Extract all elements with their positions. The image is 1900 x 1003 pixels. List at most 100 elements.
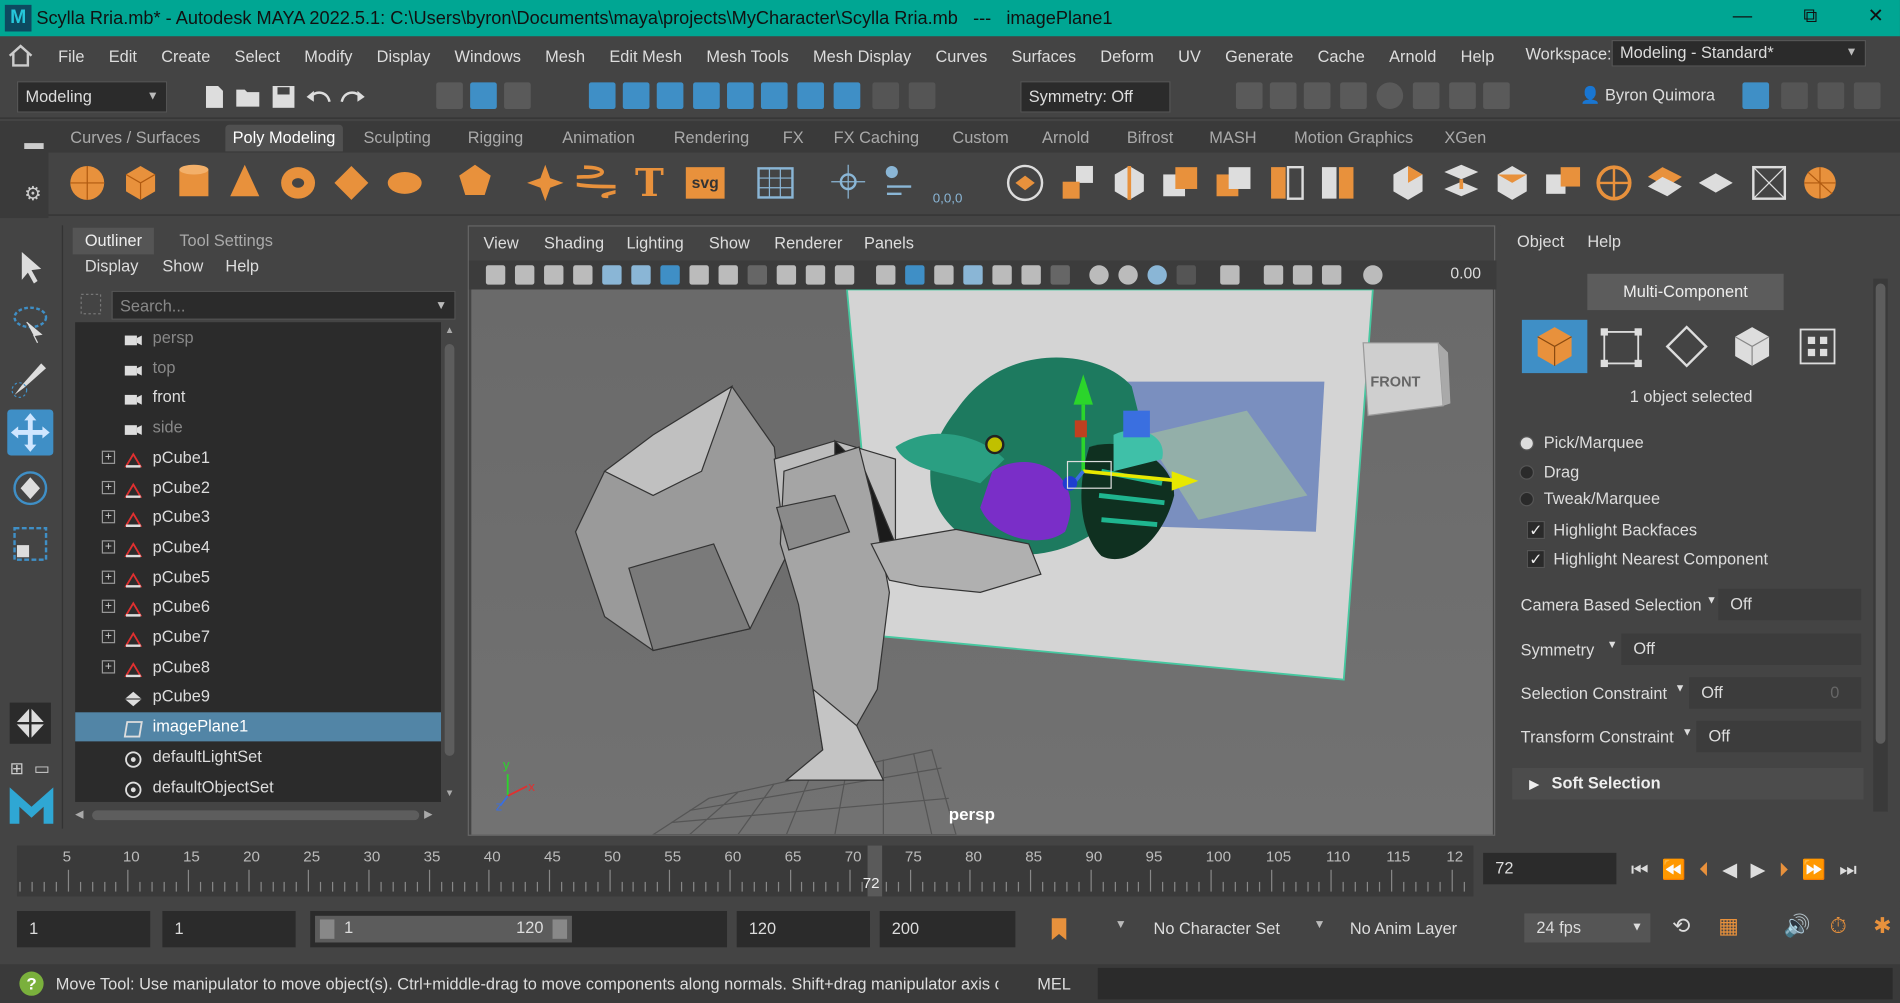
image-plane-icon[interactable] [573,265,593,285]
select-object-icon[interactable] [470,82,497,110]
maximize-button[interactable]: ⧉ [1786,0,1834,36]
outliner-row[interactable]: defaultObjectSet [75,772,441,801]
chevron-down-icon[interactable]: ▼ [1675,682,1686,694]
outliner-row[interactable]: top [75,353,441,382]
outliner-row[interactable]: + pCube6 [75,593,441,622]
render-view-icon[interactable] [1235,82,1263,110]
object-mode-button[interactable] [1521,319,1588,374]
vp-menu-renderer[interactable]: Renderer [774,234,842,252]
anim-end-field[interactable]: 200 [879,910,1016,948]
snap-point-icon[interactable] [656,82,684,110]
shelf-tab-custom[interactable]: Custom [945,125,1016,152]
menu-help[interactable]: Help [1449,47,1507,65]
highlight-nearest-checkbox[interactable]: ✓ [1526,549,1545,569]
outliner-vscrollbar[interactable]: ▲ ▼ [441,322,459,802]
platonic-solid-icon[interactable] [456,162,495,203]
shelf-tab-motion-graphics[interactable]: Motion Graphics [1287,125,1421,152]
loop-icon[interactable]: ⟲ [1672,913,1690,938]
menu-mesh[interactable]: Mesh [533,47,597,65]
radio-tweak-marquee[interactable] [1519,491,1535,507]
smooth-shade-icon[interactable] [905,265,925,285]
edge-mode-icon[interactable] [1665,325,1709,369]
current-time-indicator[interactable]: 72 [863,845,883,897]
hypershade-icon[interactable] [1376,82,1404,110]
expand-icon[interactable]: + [101,540,116,554]
textured-icon[interactable] [963,265,983,285]
bool-union-icon[interactable] [1161,162,1200,203]
separate-icon[interactable] [1059,162,1098,203]
isolate-select-icon[interactable] [1176,265,1196,285]
layout-collapse-icon[interactable]: ▭ [34,758,50,779]
uv-grid-icon[interactable] [756,162,795,203]
multi-component-button[interactable]: Multi-Component [1587,273,1784,311]
target-weld-icon[interactable] [1645,162,1684,203]
attribute-editor-icon[interactable] [1781,82,1808,110]
chevron-down-icon[interactable]: ▼ [1115,918,1127,931]
outliner-row[interactable]: + pCube5 [75,563,441,592]
home-icon[interactable] [7,44,34,68]
outliner-row[interactable]: + pCube4 [75,533,441,562]
rotate-tool-icon[interactable] [7,465,53,511]
scroll-right-icon[interactable]: ▶ [424,808,432,821]
layout-add-icon[interactable]: ⊞ [10,758,24,779]
menu-modify[interactable]: Modify [292,47,364,65]
menu-display[interactable]: Display [365,47,443,65]
type-tool-icon[interactable]: T [630,162,669,203]
connect-icon[interactable] [1696,162,1735,203]
shelf-tab-fx[interactable]: FX [775,125,810,152]
snap-together-icon[interactable] [880,162,919,203]
chevron-down-icon[interactable]: ▼ [1682,726,1693,738]
scroll-left-icon[interactable]: ◀ [75,808,83,821]
smooth-icon[interactable] [1110,162,1149,203]
vp-menu-lighting[interactable]: Lighting [626,234,683,252]
soft-select-icon[interactable] [908,82,936,110]
outliner-menu-show[interactable]: Show [162,257,203,275]
expand-icon[interactable]: + [101,600,116,614]
poly-disc-icon[interactable] [385,162,424,203]
menu-generate[interactable]: Generate [1213,47,1305,65]
outliner-row[interactable]: + pCube7 [75,623,441,652]
film-gate-icon[interactable] [689,265,709,285]
timeline-track[interactable]: 5 10 15 20 25 30 35 40 45 50 55 60 65 70 75 80 85 90 95 100… [16,845,1474,897]
outliner-row[interactable]: front [75,383,441,412]
save-scene-icon[interactable] [271,85,295,109]
poly-cylinder-icon[interactable] [174,162,213,203]
pause-icon[interactable] [1483,82,1510,110]
poly-plane-icon[interactable] [332,162,371,203]
resolution-gate-icon[interactable] [718,265,738,285]
mtk-scroll-thumb[interactable] [1875,283,1886,744]
3d-viewport[interactable]: FRONT y x z persp [471,289,1493,835]
select-component-icon[interactable] [504,82,531,110]
svg-tool-icon[interactable]: svg [685,167,725,199]
backface-culling-icon[interactable] [1321,265,1342,285]
grid-toggle-icon[interactable] [660,265,680,285]
workspace-select[interactable]: Modeling - Standard* ▼ [1611,39,1867,67]
mtk-menu-help[interactable]: Help [1587,233,1621,251]
cache-playback-icon[interactable]: ▦ [1718,913,1739,938]
shelf-tab-rigging[interactable]: Rigging [460,125,530,152]
poly-torus-icon[interactable] [279,162,318,203]
bevel-icon[interactable] [1493,162,1532,203]
minimize-button[interactable]: — [1718,0,1766,36]
shelf-collapse-icon[interactable]: ▬ [24,133,43,155]
shelf-tab-bifrost[interactable]: Bifrost [1120,125,1181,152]
close-button[interactable]: ✕ [1851,0,1899,36]
outliner-hscrollbar[interactable]: ◀ ▶ [75,806,439,824]
go-to-end-icon[interactable]: ⏭ [1839,860,1870,881]
menu-cache[interactable]: Cache [1305,47,1377,65]
expand-icon[interactable]: + [101,480,116,494]
shelf-tab-poly-modeling[interactable]: Poly Modeling [225,124,343,152]
highlight-backfaces-checkbox[interactable]: ✓ [1526,520,1545,540]
vp-menu-view[interactable]: View [483,234,518,252]
outliner-row[interactable]: side [75,413,441,442]
go-to-start-icon[interactable]: ⏮ [1631,860,1662,881]
exposure-icon[interactable] [1363,265,1383,285]
redo-icon[interactable] [339,87,366,106]
snap-live-icon[interactable] [727,82,754,110]
step-forward-key-icon[interactable]: ⏵ [1779,860,1802,881]
bool-difference-icon[interactable] [1214,162,1253,203]
shelf-tab-curves-surfaces[interactable]: Curves / Surfaces [63,125,208,152]
menu-uv[interactable]: UV [1166,47,1213,65]
start-time-field[interactable]: 1 [16,910,151,948]
chevron-down-icon[interactable]: ▼ [435,292,447,321]
